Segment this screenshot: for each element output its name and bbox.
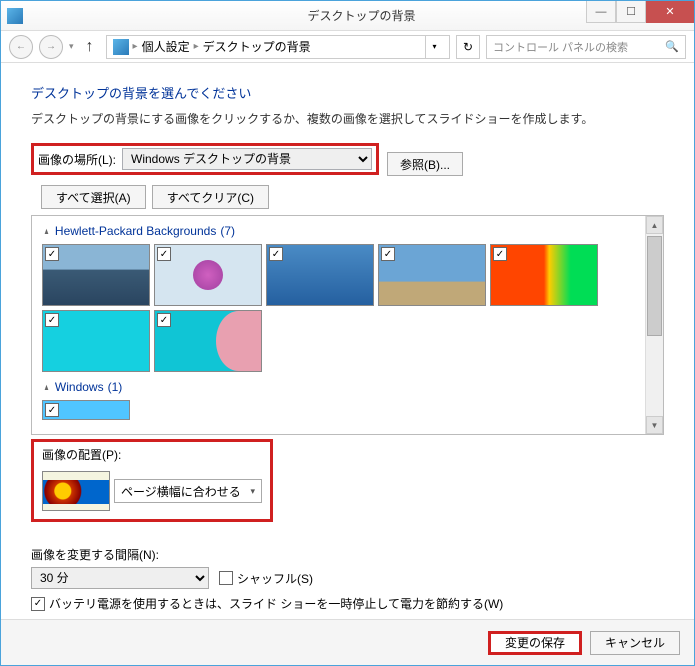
- breadcrumb[interactable]: ▸ 個人設定 ▸ デスクトップの背景 ▾: [106, 35, 450, 59]
- location-select[interactable]: Windows デスクトップの背景: [122, 148, 372, 170]
- breadcrumb-icon: [113, 39, 129, 55]
- thumb-checkbox[interactable]: ✓: [493, 247, 507, 261]
- fit-preview-image: [42, 471, 110, 511]
- close-button[interactable]: ✕: [646, 1, 694, 23]
- dialog-footer: 変更の保存 キャンセル: [1, 619, 694, 665]
- wallpaper-thumb[interactable]: ✓: [154, 310, 262, 372]
- thumb-checkbox[interactable]: ✓: [157, 247, 171, 261]
- browse-button[interactable]: 参照(B)...: [387, 152, 463, 176]
- thumb-checkbox[interactable]: ✓: [381, 247, 395, 261]
- thumb-checkbox[interactable]: ✓: [45, 403, 59, 417]
- breadcrumb-item[interactable]: デスクトップの背景: [203, 38, 311, 55]
- thumb-checkbox[interactable]: ✓: [45, 247, 59, 261]
- chevron-down-icon: ▾: [250, 486, 255, 497]
- interval-label: 画像を変更する間隔(N):: [31, 546, 664, 563]
- thumb-checkbox[interactable]: ✓: [157, 313, 171, 327]
- shuffle-checkbox[interactable]: [219, 571, 233, 585]
- scroll-down-button[interactable]: ▼: [646, 416, 663, 434]
- up-button[interactable]: ↑: [80, 37, 100, 57]
- shuffle-label: シャッフル(S): [237, 570, 313, 587]
- select-all-button[interactable]: すべて選択(A): [41, 185, 146, 209]
- page-subtext: デスクトップの背景にする画像をクリックするか、複数の画像を選択してスライドショー…: [31, 110, 664, 127]
- thumb-checkbox[interactable]: ✓: [45, 313, 59, 327]
- scroll-up-button[interactable]: ▲: [646, 216, 663, 234]
- refresh-button[interactable]: ↻: [456, 35, 480, 59]
- battery-label: バッテリ電源を使用するときは、スライド ショーを一時停止して電力を節約する(W): [49, 595, 503, 612]
- wallpaper-thumb[interactable]: ✓: [42, 244, 150, 306]
- wallpaper-thumb[interactable]: ✓: [42, 400, 130, 420]
- titlebar: デスクトップの背景 — ☐ ✕: [1, 1, 694, 31]
- search-input[interactable]: コントロール パネルの検索 🔍: [486, 35, 686, 59]
- cancel-button[interactable]: キャンセル: [590, 631, 680, 655]
- maximize-button[interactable]: ☐: [616, 1, 646, 23]
- placement-section: 画像の配置(P): ページ横幅に合わせる ▾: [31, 439, 273, 522]
- group-header-windows[interactable]: ▲ Windows (1): [42, 380, 635, 394]
- placement-label: 画像の配置(P):: [42, 446, 262, 463]
- wallpaper-gallery: ▲ Hewlett-Packard Backgrounds (7) ✓ ✓ ✓ …: [31, 215, 664, 435]
- search-icon: 🔍: [665, 40, 679, 53]
- app-icon: [7, 8, 23, 24]
- interval-select[interactable]: 30 分: [31, 567, 209, 589]
- wallpaper-thumb[interactable]: ✓: [42, 310, 150, 372]
- search-placeholder: コントロール パネルの検索: [493, 39, 628, 55]
- scroll-thumb[interactable]: [647, 236, 662, 336]
- desktop-background-window: デスクトップの背景 — ☐ ✕ ← → ▾ ↑ ▸ 個人設定 ▸ デスクトップの…: [0, 0, 695, 666]
- page-heading: デスクトップの背景を選んでください: [31, 83, 664, 102]
- gallery-scrollbar[interactable]: ▲ ▼: [645, 216, 663, 434]
- save-changes-button[interactable]: 変更の保存: [488, 631, 582, 655]
- breadcrumb-item[interactable]: 個人設定: [142, 38, 190, 55]
- fit-select[interactable]: ページ横幅に合わせる ▾: [114, 479, 262, 503]
- forward-button[interactable]: →: [39, 35, 63, 59]
- wallpaper-thumb[interactable]: ✓: [266, 244, 374, 306]
- wallpaper-thumb[interactable]: ✓: [490, 244, 598, 306]
- nav-toolbar: ← → ▾ ↑ ▸ 個人設定 ▸ デスクトップの背景 ▾ ↻ コントロール パネ…: [1, 31, 694, 63]
- location-label: 画像の場所(L):: [38, 151, 116, 168]
- picture-location-row: 画像の場所(L): Windows デスクトップの背景: [31, 143, 379, 175]
- back-button[interactable]: ←: [9, 35, 33, 59]
- collapse-icon: ▲: [43, 382, 49, 392]
- battery-checkbox[interactable]: ✓: [31, 597, 45, 611]
- minimize-button[interactable]: —: [586, 1, 616, 23]
- clear-all-button[interactable]: すべてクリア(C): [152, 185, 269, 209]
- breadcrumb-dropdown-icon[interactable]: ▾: [425, 36, 443, 58]
- group-header-hp[interactable]: ▲ Hewlett-Packard Backgrounds (7): [42, 224, 635, 238]
- wallpaper-thumb[interactable]: ✓: [378, 244, 486, 306]
- thumb-checkbox[interactable]: ✓: [269, 247, 283, 261]
- wallpaper-thumb[interactable]: ✓: [154, 244, 262, 306]
- collapse-icon: ▲: [43, 226, 49, 236]
